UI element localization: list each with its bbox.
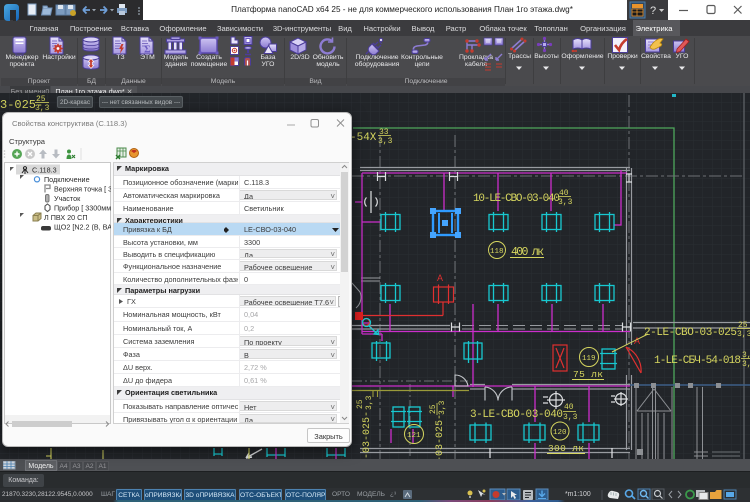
svg-text:3,3: 3,3 <box>438 400 447 415</box>
svg-text:-03-025-: -03-025- <box>435 414 446 459</box>
svg-text:Подключение: Подключение <box>44 175 90 184</box>
svg-text:Σ: Σ <box>144 45 151 56</box>
svg-text:Прибор [ 3300мм ]: Прибор [ 3300мм ] <box>54 204 111 213</box>
svg-text:25: 25 <box>356 399 365 409</box>
svg-text:300 лк: 300 лк <box>548 443 584 454</box>
svg-text:118: 118 <box>490 248 504 256</box>
svg-text:ЩО2 [N2.2 (В, ВА4: ЩО2 [N2.2 (В, ВА4 <box>54 223 111 232</box>
svg-text:3,3: 3,3 <box>365 395 374 410</box>
svg-text:120: 120 <box>553 429 567 437</box>
svg-text:40: 40 <box>564 403 574 412</box>
svg-text:Участок: Участок <box>54 194 81 203</box>
svg-text:?: ? <box>650 5 656 17</box>
svg-text:3,3: 3,3 <box>737 330 750 339</box>
svg-text:121: 121 <box>407 432 421 440</box>
svg-text:-03-025-: -03-025- <box>362 411 373 459</box>
svg-text:3,3: 3,3 <box>742 360 750 369</box>
svg-text:1-LE-СБЧ-54-018: 1-LE-СБЧ-54-018 <box>654 355 741 367</box>
svg-text:С.118.3: С.118.3 <box>32 166 57 175</box>
svg-text:-54X: -54X <box>350 132 377 144</box>
svg-text:2-LE-СВО-03-025: 2-LE-СВО-03-025 <box>644 327 737 339</box>
svg-text:10-LE-СВО-03-040: 10-LE-СВО-03-040 <box>473 193 560 205</box>
svg-text:3,3: 3,3 <box>558 198 573 207</box>
svg-text:3,3: 3,3 <box>563 413 578 422</box>
svg-text:3,3: 3,3 <box>378 137 393 146</box>
svg-text:3-LE-СВО-03-040: 3-LE-СВО-03-040 <box>470 409 563 421</box>
svg-text:Л ПВХ 20 СП: Л ПВХ 20 СП <box>44 213 88 222</box>
svg-text:75 лк: 75 лк <box>573 369 603 380</box>
svg-text:А: А <box>437 273 443 283</box>
svg-text:119: 119 <box>582 355 596 363</box>
svg-text:Верхняя точка [ 34: Верхняя точка [ 34 <box>54 185 111 194</box>
